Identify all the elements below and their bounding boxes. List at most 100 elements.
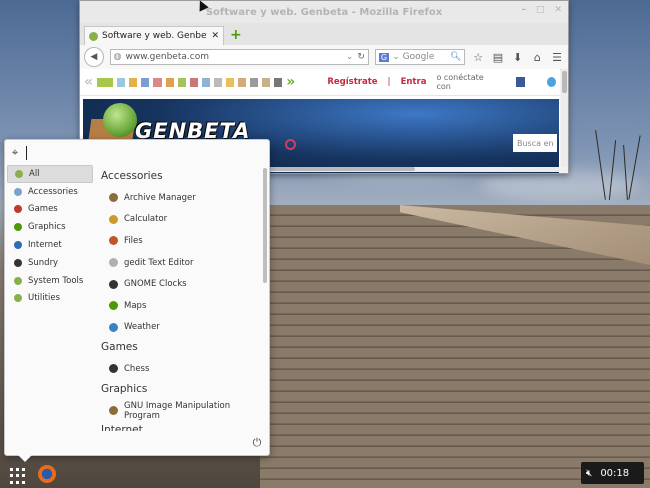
reload-icon[interactable]: ↻ — [357, 52, 365, 62]
scrollbar-thumb[interactable] — [265, 167, 415, 171]
target-icon[interactable] — [285, 139, 296, 150]
menu-search-input[interactable] — [26, 146, 231, 160]
vertical-scrollbar[interactable] — [561, 69, 568, 167]
network-site-icon[interactable] — [141, 77, 150, 87]
app-calculator[interactable]: Calculator — [101, 209, 259, 231]
url-text: www.genbeta.com — [125, 52, 209, 62]
app-label: gedit Text Editor — [124, 257, 194, 268]
weather-icon — [109, 322, 118, 332]
firefox-titlebar[interactable]: Software y web. Genbeta - Mozilla Firefo… — [80, 1, 568, 23]
app-grid-icon[interactable] — [10, 468, 26, 484]
maximize-icon[interactable]: □ — [536, 5, 545, 15]
sundry-category-icon — [14, 258, 22, 267]
search-engine-chevron-icon[interactable]: ⌄ — [392, 52, 400, 62]
site-search-input[interactable]: Busca en — [513, 134, 557, 152]
section-heading-internet: Internet — [101, 424, 143, 431]
login-link[interactable]: Entra — [401, 77, 427, 87]
network-site-icon[interactable] — [153, 77, 162, 87]
category-utilities[interactable]: Utilities — [7, 290, 93, 308]
app-label: GNOME Clocks — [124, 279, 187, 290]
search-icon[interactable]: 🔍︎ — [450, 52, 461, 62]
category-system-tools[interactable]: System Tools — [7, 272, 93, 290]
category-graphics[interactable]: Graphics — [7, 218, 93, 236]
category-sundry[interactable]: Sundry — [7, 254, 93, 272]
dropdown-chevron-icon[interactable]: ⌄ — [346, 52, 354, 62]
clock-icon — [109, 279, 118, 289]
network-site-icon[interactable] — [189, 77, 198, 87]
back-button[interactable]: ◀ — [84, 47, 104, 67]
category-games[interactable]: Games — [7, 201, 93, 219]
category-accessories[interactable]: Accessories — [7, 183, 93, 201]
twitter-icon[interactable] — [547, 77, 556, 87]
tab-title: Software y web. Genbeta — [102, 31, 208, 41]
category-label: All — [29, 168, 40, 179]
network-site-icon[interactable] — [237, 77, 247, 87]
strip-left-arrow-icon[interactable]: « — [84, 74, 93, 90]
url-bar[interactable]: ◍ www.genbeta.com ⌄ ↻ — [109, 49, 369, 65]
network-site-icon[interactable] — [117, 77, 126, 87]
app-gimp[interactable]: GNU Image Manipulation Program — [101, 400, 259, 422]
scrollbar-thumb[interactable] — [562, 71, 567, 93]
window-title: Software y web. Genbeta - Mozilla Firefo… — [205, 6, 443, 18]
app-archive-manager[interactable]: Archive Manager — [101, 187, 259, 209]
archive-manager-icon — [109, 193, 118, 203]
menu-icon[interactable]: ☰ — [550, 51, 564, 64]
category-label: Utilities — [28, 293, 60, 304]
network-site-icon[interactable] — [225, 77, 234, 87]
close-icon[interactable]: ✕ — [554, 5, 562, 15]
network-site-icon[interactable] — [165, 77, 174, 87]
app-label: GNU Image Manipulation Program — [124, 400, 231, 421]
search-crosshair-icon: ⌖ — [11, 146, 19, 159]
register-link[interactable]: Regístrate — [327, 77, 377, 87]
network-site-icon[interactable] — [262, 77, 271, 87]
tab-close-icon[interactable]: ✕ — [211, 31, 219, 41]
browser-tab[interactable]: Software y web. Genbeta ✕ — [84, 26, 224, 45]
category-label: Internet — [28, 240, 62, 251]
facebook-icon[interactable] — [516, 77, 525, 87]
network-site-icon[interactable] — [97, 77, 114, 87]
volume-muted-icon[interactable]: 🔇︎ — [586, 468, 592, 479]
app-label: Chess — [124, 363, 150, 374]
app-label: Maps — [124, 300, 147, 311]
app-list-scrollbar[interactable] — [263, 168, 267, 283]
app-files[interactable]: Files — [101, 230, 259, 252]
strip-right-arrow-icon[interactable]: » — [286, 74, 295, 90]
minimize-icon[interactable]: – — [521, 5, 526, 15]
login-separator: | — [387, 77, 391, 87]
taskbar: 🔇︎ 00:18 — [0, 460, 650, 488]
chess-icon — [109, 364, 118, 374]
genbeta-network-strip: « » Regístrate | Entra o conéctate con — [80, 69, 560, 96]
category-label: System Tools — [28, 275, 84, 286]
system-tools-category-icon — [14, 276, 22, 285]
system-tray[interactable]: 🔇︎ 00:18 — [581, 462, 644, 484]
gedit-icon — [109, 258, 118, 268]
app-gnome-clocks[interactable]: GNOME Clocks — [101, 273, 259, 295]
maps-icon — [109, 301, 118, 311]
network-site-icon[interactable] — [177, 77, 186, 87]
network-site-icon[interactable] — [213, 77, 222, 87]
google-icon[interactable]: G — [378, 52, 390, 62]
downloads-icon[interactable]: ⬇ — [511, 51, 525, 64]
category-all[interactable]: All — [7, 165, 93, 183]
category-label: Accessories — [28, 186, 78, 197]
network-site-icon[interactable] — [250, 77, 259, 87]
app-weather[interactable]: Weather — [101, 317, 259, 339]
network-site-icon[interactable] — [201, 77, 210, 87]
app-gedit[interactable]: gedit Text Editor — [101, 252, 259, 274]
new-tab-icon[interactable]: + — [230, 26, 242, 45]
app-maps[interactable]: Maps — [101, 295, 259, 317]
firefox-icon[interactable] — [38, 465, 56, 483]
menu-search-bar: ⌖ — [9, 144, 265, 162]
clock-time[interactable]: 00:18 — [600, 468, 629, 479]
back-arrow-icon: ◀ — [90, 52, 98, 62]
search-placeholder: Google — [402, 52, 435, 62]
bookmark-star-icon[interactable]: ☆ — [471, 51, 485, 64]
network-site-icon[interactable] — [274, 77, 283, 87]
reading-list-icon[interactable]: ▤ — [491, 51, 505, 64]
home-icon[interactable]: ⌂ — [531, 51, 545, 64]
network-site-icon[interactable] — [129, 77, 138, 87]
app-chess[interactable]: Chess — [101, 358, 259, 380]
power-button[interactable]: ⏻ — [251, 437, 263, 449]
search-bar[interactable]: G ⌄ Google 🔍︎ — [374, 49, 466, 65]
category-internet[interactable]: Internet — [7, 236, 93, 254]
